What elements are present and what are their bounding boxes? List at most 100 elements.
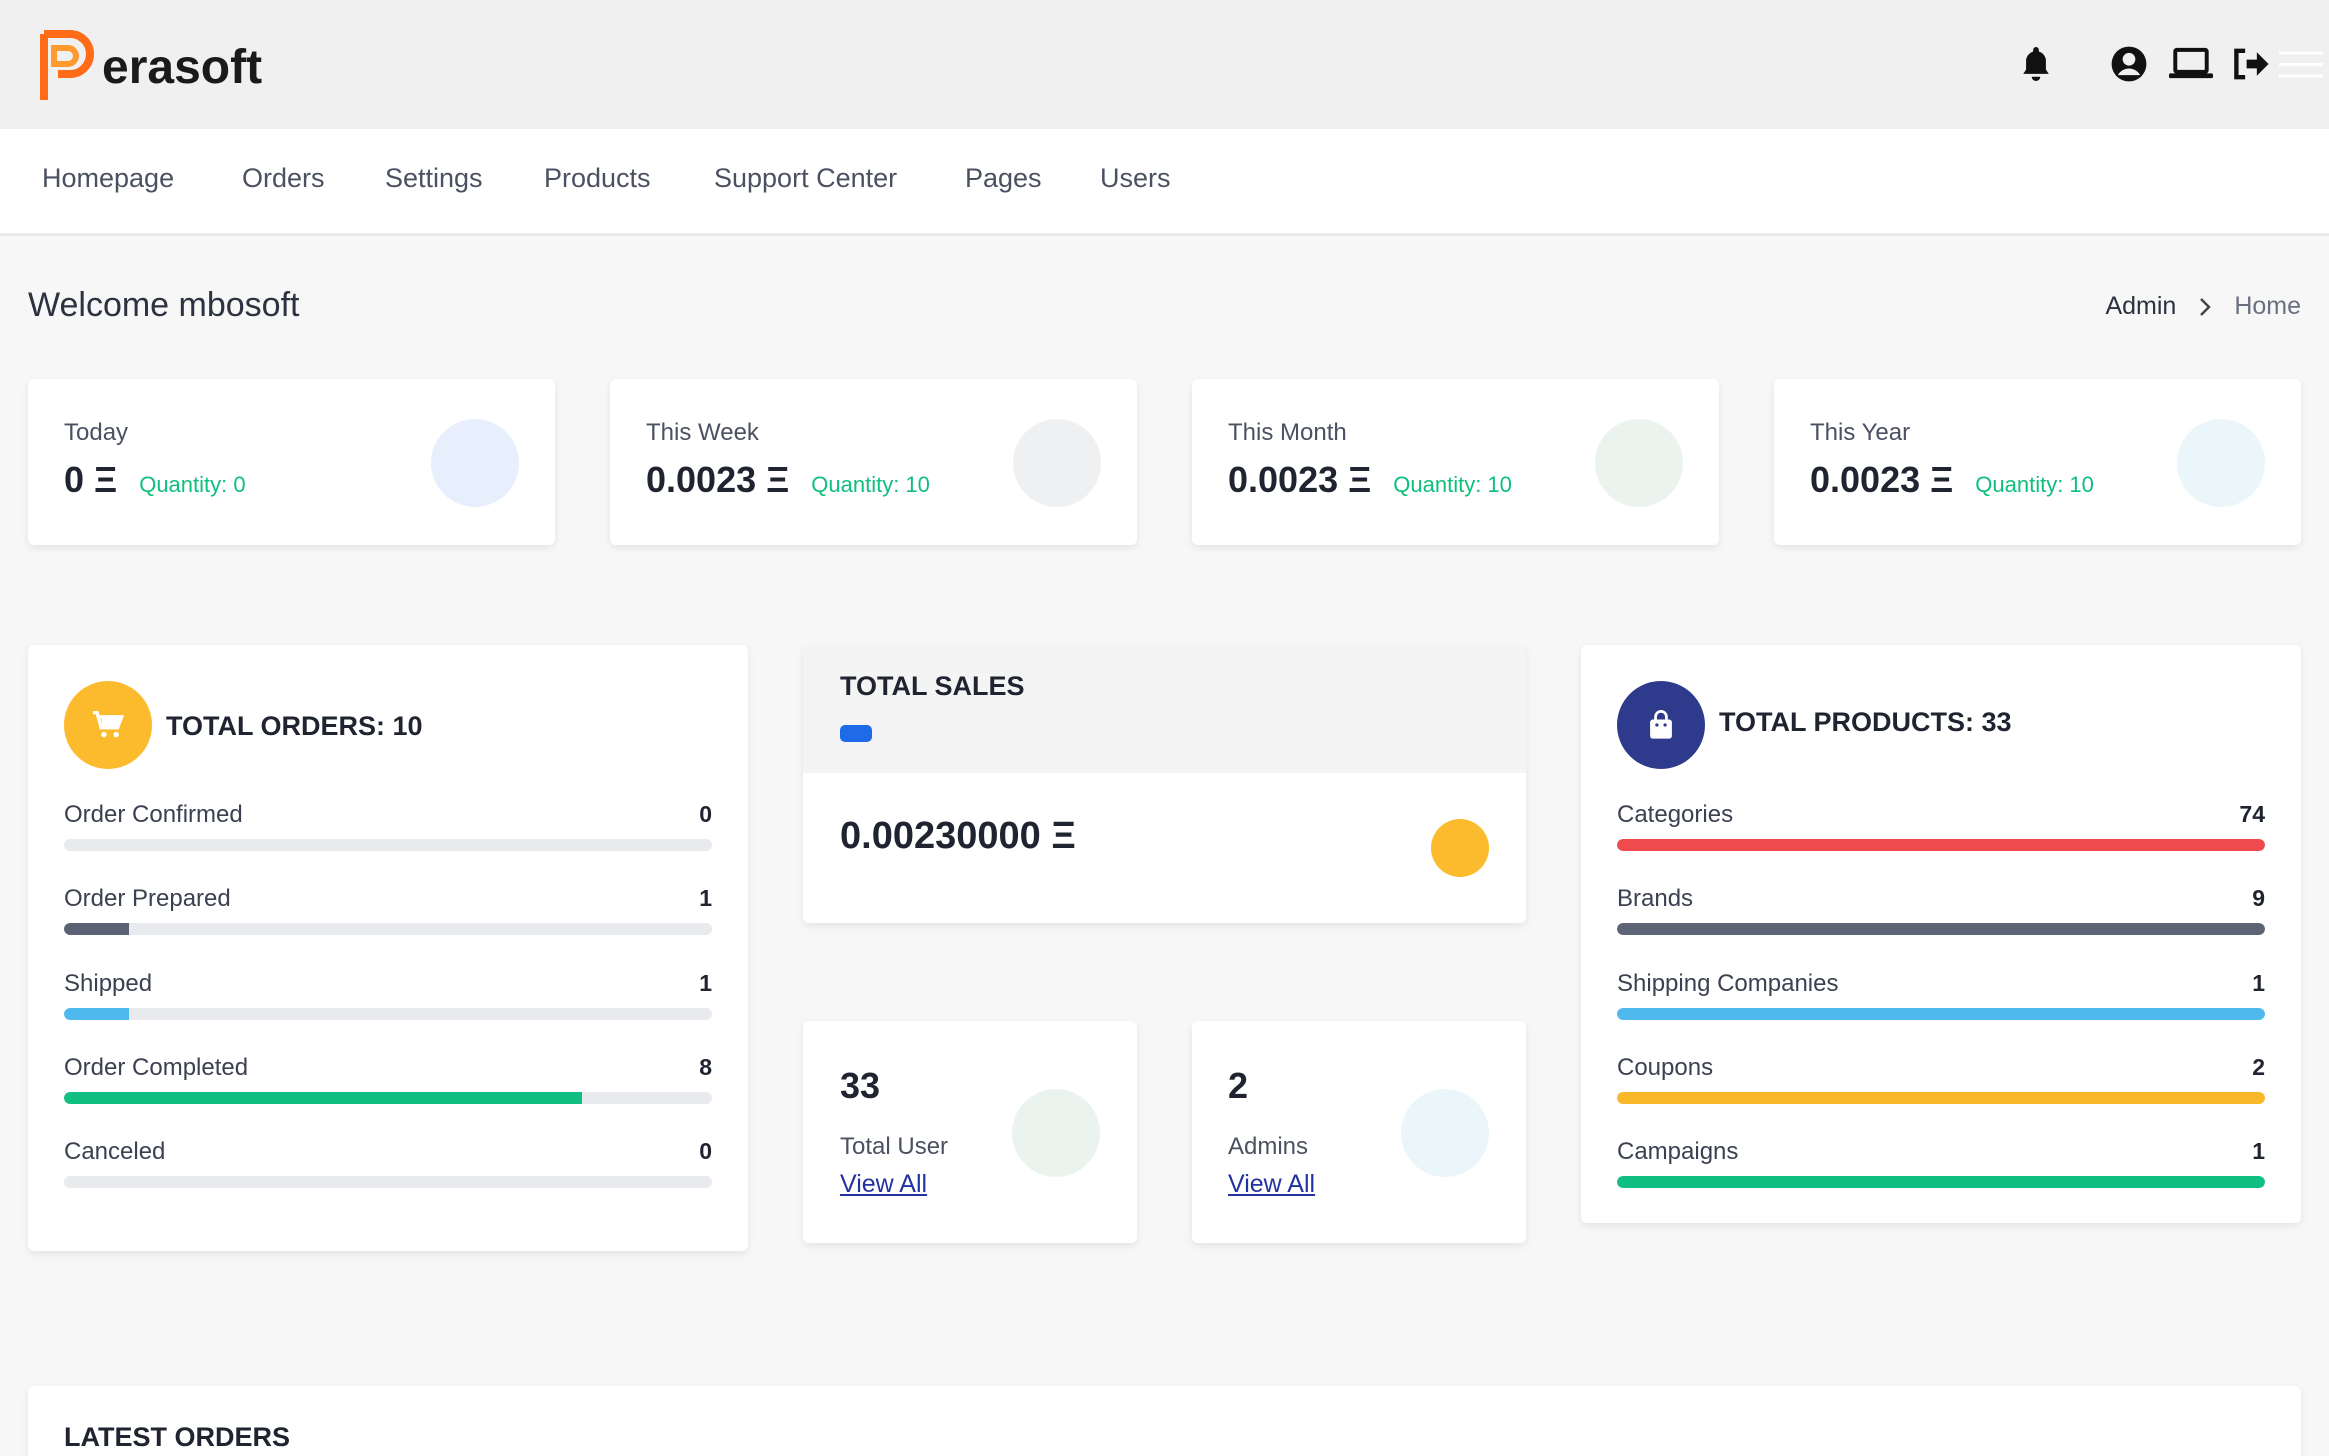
order-stat-label: Order Completed bbox=[64, 1054, 249, 1081]
progress-fill bbox=[64, 1092, 583, 1104]
admins-label: Admins bbox=[1228, 1133, 1309, 1160]
order-stat-count: 0 bbox=[699, 1138, 712, 1164]
progress-track bbox=[1617, 839, 2265, 851]
progress-track bbox=[1617, 1176, 2265, 1188]
total-products-title: TOTAL PRODUCTS: 33 bbox=[1719, 707, 2012, 737]
progress-track bbox=[64, 1176, 712, 1188]
stat-value: 0.0023 Ξ bbox=[1810, 459, 1954, 500]
progress-track bbox=[64, 1008, 712, 1020]
main-nav: Homepage Orders Settings Products Suppor… bbox=[0, 129, 2329, 236]
logout-icon[interactable] bbox=[2229, 42, 2273, 86]
stat-value: 0.0023 Ξ bbox=[646, 459, 790, 500]
sales-card-header: TOTAL SALES bbox=[803, 645, 1526, 773]
order-stat-row: Order Completed 8 bbox=[64, 1054, 712, 1104]
laptop-icon[interactable] bbox=[2169, 42, 2213, 86]
progress-track bbox=[64, 839, 712, 851]
stat-quantity: Quantity: 10 bbox=[811, 472, 930, 497]
progress-fill bbox=[1617, 1092, 2265, 1104]
nav-users[interactable]: Users bbox=[1100, 163, 1171, 194]
brand-name: erasoft bbox=[102, 40, 263, 94]
order-stat-label: Order Confirmed bbox=[64, 801, 243, 828]
nav-products[interactable]: Products bbox=[544, 163, 651, 194]
stat-value-row: 0.0023 Ξ Quantity: 10 bbox=[1228, 459, 1512, 501]
admins-count: 2 bbox=[1228, 1065, 1249, 1106]
order-stat-row: Canceled 0 bbox=[64, 1138, 712, 1188]
total-orders-title: TOTAL ORDERS: 10 bbox=[166, 711, 423, 741]
progress-fill bbox=[1617, 1008, 2265, 1020]
stat-card-week: This Week 0.0023 Ξ Quantity: 10 bbox=[610, 379, 1137, 545]
progress-fill bbox=[64, 923, 129, 935]
breadcrumb-home: Home bbox=[2234, 292, 2301, 320]
progress-track bbox=[64, 923, 712, 935]
stat-label: Today bbox=[64, 419, 129, 446]
nav-settings[interactable]: Settings bbox=[385, 163, 483, 194]
total-products-card: TOTAL PRODUCTS: 33 Categories 74 Brands … bbox=[1581, 645, 2301, 1223]
menu-icon[interactable] bbox=[2279, 42, 2323, 86]
breadcrumb-admin[interactable]: Admin bbox=[2105, 292, 2176, 321]
order-stat-row: Order Prepared 1 bbox=[64, 885, 712, 935]
order-stat-row: Order Confirmed 0 bbox=[64, 801, 712, 851]
product-stat-row: Coupons 2 bbox=[1617, 1054, 2265, 1104]
progress-track bbox=[1617, 923, 2265, 935]
stat-quantity: Quantity: 0 bbox=[139, 472, 246, 497]
stat-icon-circle bbox=[2177, 419, 2265, 507]
product-stat-count: 2 bbox=[2252, 1054, 2265, 1080]
latest-orders-card: LATEST ORDERS bbox=[28, 1386, 2301, 1456]
stat-value-row: 0 Ξ Quantity: 0 bbox=[64, 459, 246, 501]
product-stat-label: Brands bbox=[1617, 885, 1694, 912]
stat-quantity: Quantity: 10 bbox=[1393, 472, 1512, 497]
order-stat-count: 0 bbox=[699, 801, 712, 827]
admins-view-all-link[interactable]: View All bbox=[1228, 1170, 1315, 1199]
total-users-card: 33 Total User View All bbox=[803, 1021, 1137, 1243]
product-stat-count: 74 bbox=[2239, 801, 2265, 827]
users-icon-circle bbox=[1012, 1089, 1100, 1177]
product-stat-count: 1 bbox=[2252, 1138, 2265, 1164]
cart-icon bbox=[64, 681, 152, 769]
product-stat-label: Shipping Companies bbox=[1617, 970, 1839, 997]
stat-value: 0 Ξ bbox=[64, 459, 118, 500]
product-stat-label: Coupons bbox=[1617, 1054, 1714, 1081]
progress-fill bbox=[1617, 839, 2265, 851]
total-orders-card: TOTAL ORDERS: 10 Order Confirmed 0 Order… bbox=[28, 645, 748, 1251]
nav-homepage[interactable]: Homepage bbox=[42, 163, 174, 194]
sales-badge bbox=[840, 725, 872, 742]
order-stat-label: Shipped bbox=[64, 970, 153, 997]
stat-value-row: 0.0023 Ξ Quantity: 10 bbox=[646, 459, 930, 501]
bell-icon[interactable] bbox=[2014, 42, 2058, 86]
product-stat-row: Shipping Companies 1 bbox=[1617, 970, 2265, 1020]
admins-card: 2 Admins View All bbox=[1192, 1021, 1526, 1243]
stat-card-year: This Year 0.0023 Ξ Quantity: 10 bbox=[1774, 379, 2301, 545]
stat-icon-circle bbox=[431, 419, 519, 507]
stat-value: 0.0023 Ξ bbox=[1228, 459, 1372, 500]
progress-track bbox=[1617, 1092, 2265, 1104]
progress-track bbox=[64, 1092, 712, 1104]
order-stat-label: Canceled bbox=[64, 1138, 166, 1165]
order-stat-count: 1 bbox=[699, 885, 712, 911]
page-title: Welcome mbosoft bbox=[28, 286, 300, 324]
product-stat-count: 1 bbox=[2252, 970, 2265, 996]
product-stat-row: Categories 74 bbox=[1617, 801, 2265, 851]
stat-value-row: 0.0023 Ξ Quantity: 10 bbox=[1810, 459, 2094, 501]
admins-icon-circle bbox=[1401, 1089, 1489, 1177]
nav-pages[interactable]: Pages bbox=[965, 163, 1042, 194]
product-stat-label: Categories bbox=[1617, 801, 1734, 828]
stat-label: This Week bbox=[646, 419, 759, 446]
order-stat-row: Shipped 1 bbox=[64, 970, 712, 1020]
product-stat-row: Brands 9 bbox=[1617, 885, 2265, 935]
logo-mark-icon bbox=[40, 30, 104, 104]
total-sales-card: TOTAL SALES 0.00230000 Ξ bbox=[803, 645, 1526, 923]
order-stat-count: 8 bbox=[699, 1054, 712, 1080]
stat-quantity: Quantity: 10 bbox=[1975, 472, 2094, 497]
order-stat-label: Order Prepared bbox=[64, 885, 231, 912]
nav-orders[interactable]: Orders bbox=[242, 163, 325, 194]
brand-logo[interactable]: erasoft bbox=[40, 30, 262, 104]
user-circle-icon[interactable] bbox=[2107, 42, 2151, 86]
stat-label: This Year bbox=[1810, 419, 1911, 446]
progress-fill bbox=[64, 1008, 129, 1020]
stat-card-month: This Month 0.0023 Ξ Quantity: 10 bbox=[1192, 379, 1719, 545]
nav-support-center[interactable]: Support Center bbox=[714, 163, 897, 194]
users-view-all-link[interactable]: View All bbox=[840, 1170, 927, 1199]
breadcrumb: Admin Home bbox=[2105, 292, 2301, 321]
product-stat-row: Campaigns 1 bbox=[1617, 1138, 2265, 1188]
product-stat-label: Campaigns bbox=[1617, 1138, 1739, 1165]
